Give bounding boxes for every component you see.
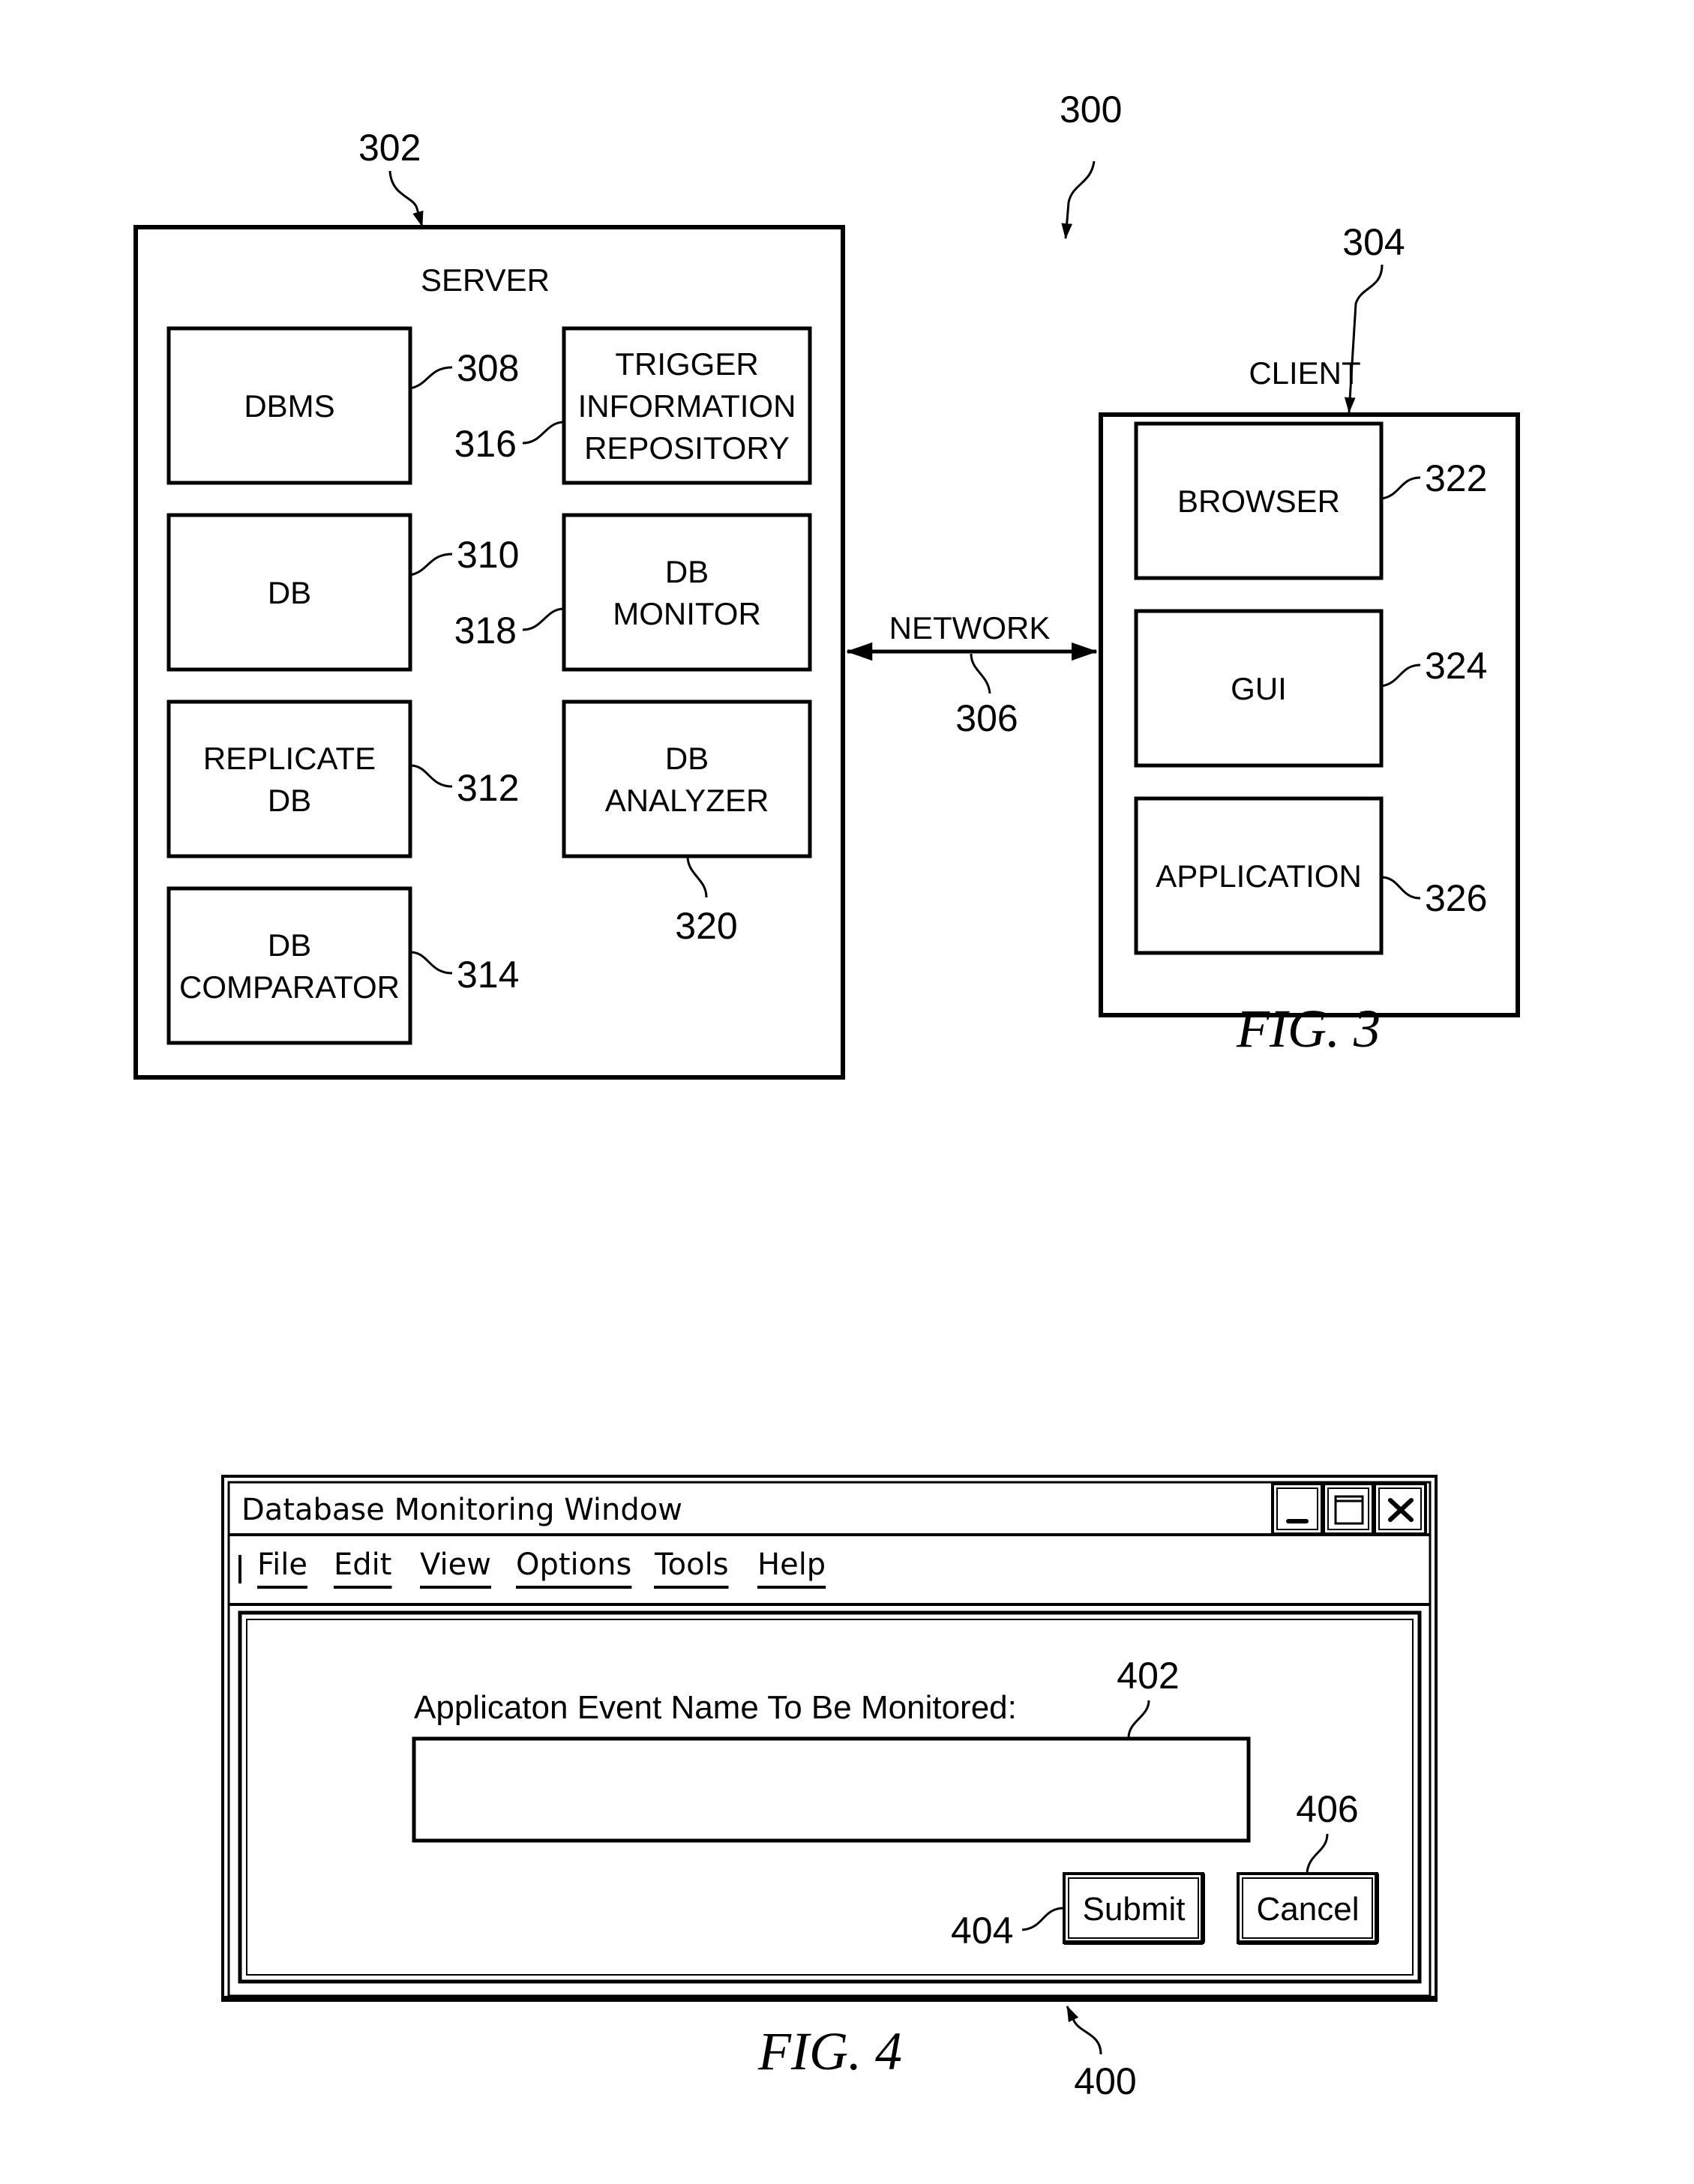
ref-402: 402 <box>1117 1655 1179 1697</box>
menu-item-tools[interactable]: Tools <box>654 1547 729 1589</box>
block-db-monitor: DB MONITOR <box>562 513 812 672</box>
menu-item-file[interactable]: File <box>257 1547 307 1589</box>
network-label: NETWORK <box>889 610 1051 646</box>
block-dbms: DBMS <box>166 326 412 485</box>
ref-314: 314 <box>457 954 519 996</box>
menu-item-label: Options <box>516 1547 631 1582</box>
menu-item-label: Edit <box>334 1547 391 1582</box>
block-trigger-information-repository: TRIGGER INFORMATION REPOSITORY <box>562 326 812 485</box>
block-db-analyzer: DB ANALYZER <box>562 700 812 858</box>
submit-button[interactable]: Submit <box>1063 1872 1205 1945</box>
block-label-line: ANALYZER <box>605 783 769 818</box>
ref-306: 306 <box>955 697 1018 739</box>
cancel-button[interactable]: Cancel <box>1237 1872 1379 1945</box>
block-db: DB <box>166 513 412 672</box>
close-button[interactable] <box>1373 1482 1427 1535</box>
ref-318: 318 <box>454 610 517 652</box>
menu-item-label: File <box>257 1547 307 1582</box>
ref-308: 308 <box>457 347 519 389</box>
submit-label: Submit <box>1083 1891 1186 1928</box>
block-application: APPLICATION <box>1134 796 1384 955</box>
event-name-label: Applicaton Event Name To Be Monitored: <box>414 1689 1017 1726</box>
block-label-line: INFORMATION <box>578 388 796 424</box>
block-label-line: MONITOR <box>613 596 761 631</box>
block-label-line: COMPARATOR <box>179 969 400 1005</box>
network-leader <box>970 653 991 694</box>
fig4-caption: FIG. 4 <box>757 2021 902 2081</box>
ref-400-arrow <box>1066 2006 1102 2055</box>
fig4: Database Monitoring Window File Edit Vie… <box>221 1475 1438 2102</box>
menu-item-view[interactable]: View <box>420 1547 491 1589</box>
cancel-label: Cancel <box>1257 1891 1360 1928</box>
fig3-caption: FIG. 3 <box>1236 999 1381 1059</box>
minimize-button[interactable] <box>1271 1482 1324 1535</box>
block-db-comparator: DB COMPARATOR <box>166 886 412 1045</box>
menubar-grip <box>238 1555 241 1583</box>
block-label-line: DB <box>268 783 311 818</box>
block-box <box>562 700 812 858</box>
ref-406: 406 <box>1296 1788 1358 1830</box>
block-box <box>166 700 412 858</box>
menu-item-label: Tools <box>654 1547 729 1582</box>
menu-item-help[interactable]: Help <box>757 1547 826 1589</box>
block-label-line: REPOSITORY <box>584 430 790 466</box>
ref-322: 322 <box>1425 457 1487 499</box>
block-replicate-db: REPLICATE DB <box>166 700 412 858</box>
window-title: Database Monitoring Window <box>241 1493 682 1527</box>
ref-312: 312 <box>457 767 519 809</box>
ref-310: 310 <box>457 534 519 576</box>
ref-320: 320 <box>675 905 737 947</box>
block-label-line: DB <box>665 741 709 776</box>
block-label-line: DB <box>665 554 709 589</box>
event-name-input[interactable] <box>412 1736 1251 1843</box>
fig3: 300 302 SERVER DBMS 308 DB 310 REPLICATE DB 31… <box>133 88 1520 1080</box>
block-browser: BROWSER <box>1134 421 1384 580</box>
block-label-line: DB <box>268 575 311 610</box>
menu-item-edit[interactable]: Edit <box>334 1547 392 1589</box>
ref-316: 316 <box>454 423 517 465</box>
client-title: CLIENT <box>1249 355 1360 391</box>
minimize-icon <box>1286 1519 1309 1523</box>
block-label-line: REPLICATE <box>203 741 376 776</box>
block-label-line: APPLICATION <box>1156 858 1362 894</box>
block-label-line: BROWSER <box>1177 484 1340 519</box>
maximize-button[interactable] <box>1322 1482 1375 1535</box>
ref-404: 404 <box>951 1910 1013 1952</box>
ref-300: 300 <box>1060 88 1122 130</box>
block-label-line: TRIGGER <box>615 346 758 382</box>
menu-item-options[interactable]: Options <box>516 1547 632 1589</box>
menu-item-label: View <box>420 1547 491 1582</box>
ref-326: 326 <box>1425 877 1487 919</box>
menu-item-label: Help <box>757 1547 826 1582</box>
ref-302: 302 <box>358 127 421 169</box>
server-title: SERVER <box>421 262 550 298</box>
block-label-line: DBMS <box>244 388 334 424</box>
ref-324: 324 <box>1425 645 1487 687</box>
ref-302-arrow <box>388 170 424 228</box>
ref-304: 304 <box>1342 221 1405 263</box>
block-gui: GUI <box>1134 609 1384 768</box>
ref-300-arrow <box>1061 160 1096 240</box>
block-box <box>166 886 412 1045</box>
block-label-line: DB <box>268 927 311 963</box>
ref-400: 400 <box>1074 2060 1136 2102</box>
patent-figures: 300 302 SERVER DBMS 308 DB 310 REPLICATE DB 31… <box>133 88 1520 2102</box>
block-box <box>562 513 812 672</box>
block-label-line: GUI <box>1231 671 1287 706</box>
